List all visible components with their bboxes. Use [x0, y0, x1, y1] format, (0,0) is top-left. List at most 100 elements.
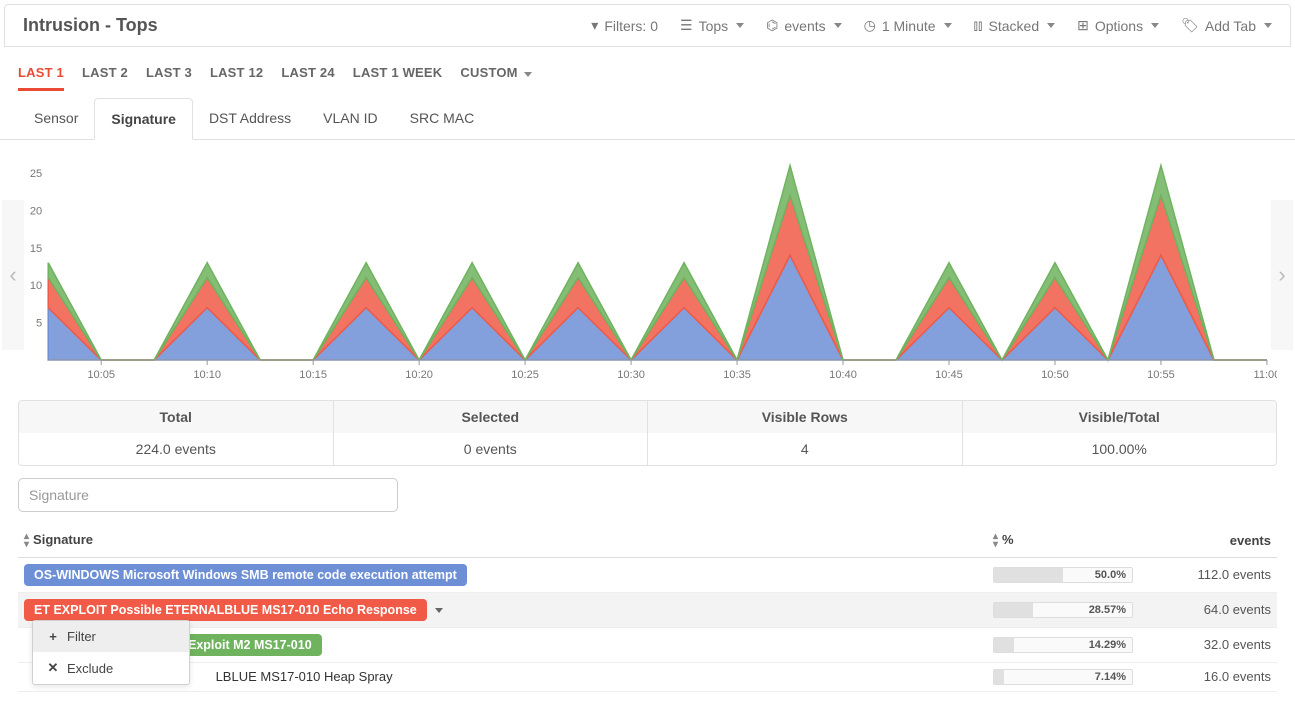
add-tab-dropdown[interactable]: 🏷Add Tab — [1181, 17, 1272, 34]
clock-icon: ◷ — [864, 17, 876, 34]
sort-icon: ▴▾ — [24, 533, 29, 549]
filter-input-wrap — [0, 466, 1295, 518]
time-tab-last-12[interactable]: LAST 12 — [210, 65, 263, 91]
col-header-events[interactable]: events — [1147, 524, 1277, 557]
svg-text:5: 5 — [36, 318, 42, 330]
svg-text:10: 10 — [30, 280, 42, 292]
events-value: 32.0 events — [1147, 627, 1277, 662]
time-tab-last-1[interactable]: LAST 1 — [18, 65, 64, 91]
svg-text:20: 20 — [30, 205, 42, 217]
group-tab-signature[interactable]: Signature — [94, 98, 193, 140]
summary-total-label: Total — [19, 401, 333, 433]
summary-visible-rows-value: 4 — [648, 433, 962, 465]
table-row[interactable]: ET EXPLOIT Possible ETERNALBLUE MS17-010… — [18, 592, 1277, 627]
events-dropdown[interactable]: ⌬events — [766, 17, 841, 34]
chevron-down-icon — [944, 23, 952, 28]
time-tab-custom[interactable]: CUSTOM — [460, 65, 531, 91]
col-header-percent[interactable]: ▴▾% — [987, 524, 1147, 557]
chart-nav-right[interactable]: › — [1271, 200, 1293, 350]
list-icon: ☰ — [680, 17, 693, 34]
gauge-icon: ⌬ — [766, 17, 778, 34]
signature-pill[interactable]: OS-WINDOWS Microsoft Windows SMB remote … — [24, 564, 467, 586]
header-controls: ▾Filters: 0 ☰Tops ⌬events ◷1 Minute ⫾⫾St… — [591, 17, 1272, 34]
time-tab-last-3[interactable]: LAST 3 — [146, 65, 192, 91]
chevron-left-icon: ‹ — [9, 264, 16, 286]
summary-total-value: 224.0 events — [19, 433, 333, 465]
page-title: Intrusion - Tops — [23, 15, 158, 36]
stacked-area-chart: 5 10 15 20 25 10:05 10:10 10:15 10:20 10:25 10:30 1… — [18, 150, 1277, 390]
plus-icon: + — [47, 629, 59, 644]
summary-selected: Selected 0 events — [334, 401, 649, 465]
chevron-down-icon — [736, 23, 744, 28]
bar-chart-icon: ⫾⫾ — [974, 17, 983, 34]
svg-text:10:10: 10:10 — [193, 369, 221, 381]
chevron-down-icon — [524, 72, 532, 77]
context-filter[interactable]: +Filter — [33, 621, 189, 652]
time-tab-last-24[interactable]: LAST 24 — [281, 65, 334, 91]
options-dropdown[interactable]: ⊞Options — [1077, 17, 1159, 34]
signature-pill[interactable]: Exploit M2 MS17-010 — [178, 634, 322, 656]
svg-text:10:25: 10:25 — [511, 369, 539, 381]
table-row[interactable]: E LBLUE MS17-010 Heap Spray7.14%16.0 eve… — [18, 662, 1277, 691]
summary-total: Total 224.0 events — [19, 401, 334, 465]
chart-container: ‹ › 5 10 15 20 25 10:05 10:10 10:15 10:20 10:25 10… — [0, 140, 1295, 390]
interval-dropdown[interactable]: ◷1 Minute — [864, 17, 952, 34]
group-tab-sensor[interactable]: Sensor — [18, 98, 94, 139]
group-tab-vlan-id[interactable]: VLAN ID — [307, 98, 393, 139]
header-bar: Intrusion - Tops ▾Filters: 0 ☰Tops ⌬even… — [4, 4, 1291, 47]
percent-bar: 7.14% — [993, 669, 1133, 685]
filter-icon: ▾ — [591, 17, 598, 34]
summary-visible-total-label: Visible/Total — [963, 401, 1277, 433]
signature-filter-input[interactable] — [18, 478, 398, 512]
summary-selected-value: 0 events — [334, 433, 648, 465]
sort-icon: ▴▾ — [993, 533, 998, 549]
summary-visible-total-value: 100.00% — [963, 433, 1277, 465]
percent-bar: 50.0% — [993, 567, 1133, 583]
time-tab-last-1-week[interactable]: LAST 1 WEEK — [353, 65, 443, 91]
svg-text:11:00: 11:00 — [1254, 369, 1277, 381]
tag-icon: 🏷 — [1181, 17, 1199, 34]
svg-text:10:45: 10:45 — [935, 369, 963, 381]
summary-visible-rows-label: Visible Rows — [648, 401, 962, 433]
svg-text:10:50: 10:50 — [1041, 369, 1069, 381]
group-tab-dst-address[interactable]: DST Address — [193, 98, 307, 139]
chevron-down-icon — [1151, 23, 1159, 28]
svg-text:10:30: 10:30 — [617, 369, 645, 381]
col-header-signature[interactable]: ▴▾Signature — [18, 524, 987, 557]
svg-text:10:55: 10:55 — [1147, 369, 1175, 381]
events-value: 16.0 events — [1147, 662, 1277, 691]
events-value: 112.0 events — [1147, 557, 1277, 592]
summary-selected-label: Selected — [334, 401, 648, 433]
time-tab-last-2[interactable]: LAST 2 — [82, 65, 128, 91]
group-tab-src-mac[interactable]: SRC MAC — [394, 98, 491, 139]
svg-text:10:05: 10:05 — [87, 369, 115, 381]
chevron-down-icon — [1264, 23, 1272, 28]
chevron-right-icon: › — [1278, 264, 1285, 286]
context-exclude[interactable]: ✕Exclude — [33, 652, 189, 684]
summary-row: Total 224.0 events Selected 0 events Vis… — [18, 400, 1277, 466]
signature-pill[interactable]: ET EXPLOIT Possible ETERNALBLUE MS17-010… — [24, 599, 427, 621]
stacked-dropdown[interactable]: ⫾⫾Stacked — [974, 17, 1056, 34]
tops-dropdown[interactable]: ☰Tops — [680, 17, 744, 34]
close-icon: ✕ — [47, 660, 59, 676]
svg-text:10:35: 10:35 — [723, 369, 751, 381]
svg-text:15: 15 — [30, 243, 42, 255]
chevron-down-icon — [834, 23, 842, 28]
filters-dropdown[interactable]: ▾Filters: 0 — [591, 17, 658, 34]
svg-text:10:40: 10:40 — [829, 369, 857, 381]
chevron-down-icon — [1047, 23, 1055, 28]
svg-text:25: 25 — [30, 168, 42, 180]
percent-bar: 28.57% — [993, 602, 1133, 618]
chart-nav-left[interactable]: ‹ — [2, 200, 24, 350]
svg-text:10:20: 10:20 — [405, 369, 433, 381]
svg-text:10:15: 10:15 — [299, 369, 327, 381]
table-row[interactable]: Exploit M2 MS17-01014.29%32.0 events — [18, 627, 1277, 662]
summary-visible-total: Visible/Total 100.00% — [963, 401, 1277, 465]
row-context-menu: +Filter ✕Exclude — [32, 620, 190, 685]
chevron-down-icon[interactable] — [435, 608, 443, 613]
table-row[interactable]: OS-WINDOWS Microsoft Windows SMB remote … — [18, 557, 1277, 592]
events-value: 64.0 events — [1147, 592, 1277, 627]
time-range-tabs: LAST 1 LAST 2 LAST 3 LAST 12 LAST 24 LAST 1 W… — [0, 47, 1295, 98]
signature-table: ▴▾Signature ▴▾% events OS-WINDOWS Micros… — [18, 524, 1277, 692]
group-by-tabs: SensorSignatureDST AddressVLAN IDSRC MAC — [0, 98, 1295, 140]
